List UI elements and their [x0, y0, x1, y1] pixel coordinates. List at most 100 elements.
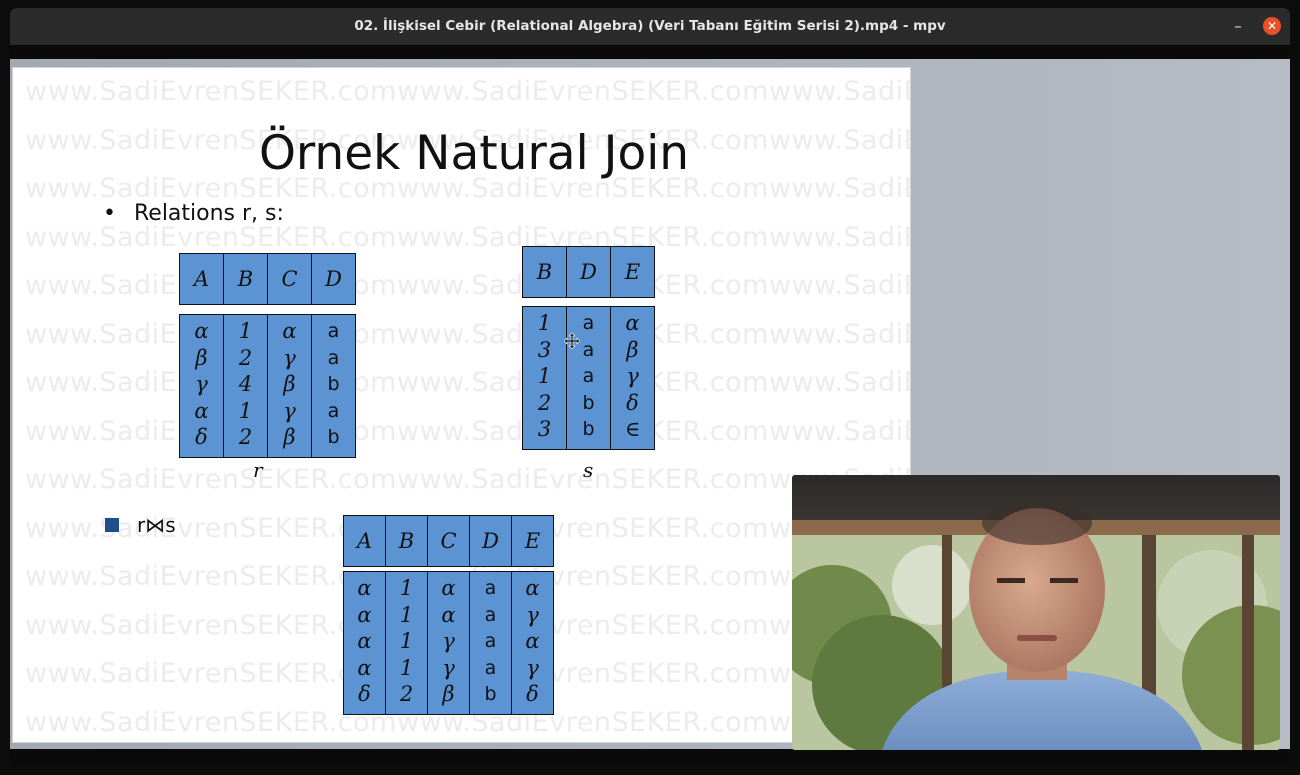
relation-s-column-values: 13123 [522, 306, 567, 450]
result-cell: α [525, 576, 540, 600]
watermark-text: www.SadiEvrenSEKER.com [769, 270, 910, 301]
result-column-values: ααααδ [343, 571, 386, 715]
webcam-overlay [792, 475, 1280, 750]
result-cell: α [441, 602, 456, 627]
watermark-text: www.SadiEvrenSEKER.com [25, 464, 397, 495]
square-bullet [105, 518, 119, 532]
watermark-text: www.SadiEvrenSEKER.com [769, 318, 910, 350]
watermark-text: www.SadiEvrenSEKER.com [25, 609, 397, 641]
relation-s-body: 1 3 1 2 3 a a a b b α β γ δ ∈ [522, 306, 655, 450]
relation-r-column-header: B [223, 253, 268, 305]
relation-s-cell: α [625, 311, 640, 335]
relation-s-cell: ∈ [624, 417, 641, 441]
result-header: ABCDE [343, 515, 554, 567]
result-column-values: 11112 [385, 571, 428, 715]
result-cell: 1 [399, 602, 414, 627]
relation-s-cell: β [626, 337, 639, 362]
relation-r-column-header: A [179, 253, 224, 305]
result-cell: a [484, 603, 497, 626]
close-button[interactable]: ✕ [1263, 17, 1281, 35]
result-cell: b [484, 683, 497, 705]
bullet-relations: • Relations r, s: [103, 201, 284, 226]
result-cell: α [525, 629, 540, 653]
relation-r-cell: 2 [238, 345, 253, 370]
relation-r-column-header: C [267, 253, 312, 305]
result-cell: α [441, 576, 456, 600]
relation-r-cell: a [327, 346, 340, 369]
relation-s-cell: 1 [537, 311, 552, 335]
result-cell: a [484, 656, 497, 679]
relation-r-cell: γ [283, 398, 296, 423]
result-cell: δ [526, 682, 539, 706]
relation-s-header: BDE [522, 246, 655, 298]
result-cell: γ [442, 655, 455, 680]
relation-s-column-values: α β γ δ ∈ [610, 306, 655, 450]
relation-s-label: s [583, 458, 594, 482]
result-column-values: ααγγβ [427, 571, 470, 715]
watermark-text: www.SadiEvrenSEKER.com [25, 512, 397, 544]
watermark-text: www.SadiEvrenSEKER.com [769, 415, 910, 447]
relation-r-cell: α [282, 319, 297, 343]
relation-r-cell: β [283, 425, 296, 449]
result-cell: a [484, 577, 497, 599]
result-body: ααααδ11112ααγγβaaaabαγαγδ [343, 571, 554, 715]
result-column-header: A [343, 515, 386, 567]
result-cell: β [442, 682, 455, 706]
watermark-text: www.SadiEvrenSEKER.com [769, 221, 910, 253]
relation-r-cell: b [327, 426, 340, 448]
watermark-text: www.SadiEvrenSEKER.com [25, 561, 397, 592]
result-cell: α [357, 629, 372, 653]
relation-r-label: r [253, 458, 263, 482]
relation-r-column-header: D [311, 253, 356, 305]
relation-r-column-values: aabab [311, 314, 356, 458]
relation-r-cell: 1 [238, 319, 253, 343]
result-cell: a [484, 630, 497, 652]
relation-r-header: ABCD [179, 253, 356, 305]
relation-r-cell: a [327, 399, 340, 422]
result-column-header: E [511, 515, 554, 567]
result-column-header: D [469, 515, 512, 567]
relation-r-cell: δ [195, 425, 208, 449]
watermark-text: www.SadiEvrenSEKER.com [25, 706, 397, 738]
relation-s-cell: 3 [537, 337, 552, 362]
relation-r-cell: β [283, 372, 296, 396]
relation-r-cell: a [327, 320, 340, 342]
relation-s-column-header: B [522, 246, 567, 298]
relation-r-column-values: αβγαδ [179, 314, 224, 458]
result-cell: γ [526, 602, 539, 627]
relation-s-column-values: aaabb [566, 306, 611, 450]
relation-s-cell: δ [626, 390, 639, 415]
relation-s-cell: 3 [537, 417, 552, 441]
relation-r-cell: 4 [238, 372, 253, 396]
watermark-text: www.SadiEvrenSEKER.com [769, 76, 910, 107]
relation-s-cell: a [582, 365, 595, 387]
relation-r-cell: β [195, 345, 208, 370]
result-cell: α [357, 655, 372, 680]
relation-s-column-header: E [610, 246, 655, 298]
minimize-button[interactable]: – [1230, 16, 1246, 36]
bullet-text: Relations r, s: [133, 201, 284, 226]
result-cell: 1 [399, 655, 414, 680]
result-column-values: αγαγδ [511, 571, 554, 715]
bullet-dot: • [103, 201, 116, 226]
watermark-text: www.SadiEvrenSEKER.com [25, 658, 397, 689]
relation-s-column-header: D [566, 246, 611, 298]
relation-s-cell: b [582, 391, 595, 414]
result-column-header: C [427, 515, 470, 567]
watermark-text: www.SadiEvrenSEKER.com [397, 76, 769, 107]
window-titlebar[interactable]: 02. İlişkisel Cebir (Relational Algebra)… [10, 8, 1290, 45]
relation-r-body: αβγαδ12412αγβγβaabab [179, 314, 356, 458]
watermark-text: www.SadiEvrenSEKER.com [25, 76, 397, 107]
relation-r-cell: b [327, 373, 340, 395]
relation-r-column-values: αγβγβ [267, 314, 312, 458]
result-column-values: aaaab [469, 571, 512, 715]
relation-r-cell: γ [195, 372, 208, 396]
result-cell: α [357, 576, 372, 600]
result-cell: δ [358, 682, 371, 706]
relation-r-column-values: 12412 [223, 314, 268, 458]
result-cell: α [357, 602, 372, 627]
result-column-header: B [385, 515, 428, 567]
window-title: 02. İlişkisel Cebir (Relational Algebra)… [354, 18, 946, 34]
watermark-text: www.SadiEvrenSEKER.com [769, 367, 910, 398]
watermark-text: www.SadiEvrenSEKER.com [25, 221, 397, 253]
